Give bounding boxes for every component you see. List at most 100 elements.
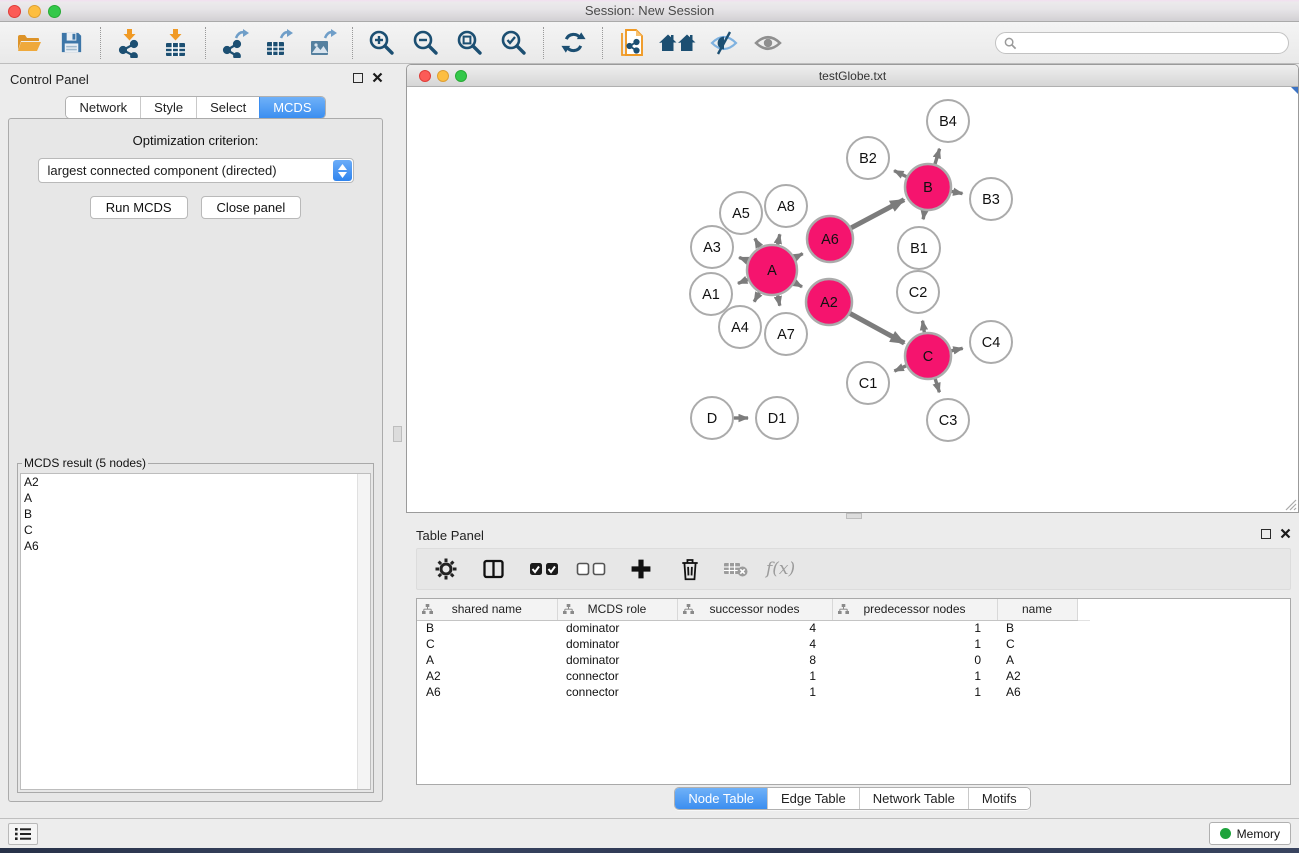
- graph-edge-A-A8[interactable]: [778, 234, 780, 244]
- network-canvas[interactable]: B4B2BB3A8A5A6A3B1AC2A1A2A4A7C4CC1C3DD1: [407, 87, 1298, 512]
- tab-network-table[interactable]: Network Table: [859, 788, 968, 809]
- splitter-grip[interactable]: [846, 513, 862, 519]
- cell-predecessor-nodes[interactable]: 1: [832, 620, 997, 636]
- export-network-icon[interactable]: [218, 26, 252, 60]
- graph-edge-C-C3[interactable]: [935, 379, 939, 392]
- cell-predecessor-nodes[interactable]: 1: [832, 636, 997, 652]
- zoom-fit-icon[interactable]: [453, 26, 487, 60]
- cell-MCDS-role[interactable]: connector: [557, 684, 677, 700]
- tab-mcds[interactable]: MCDS: [259, 97, 324, 118]
- tab-style[interactable]: Style: [140, 97, 196, 118]
- vertical-splitter[interactable]: [391, 64, 406, 818]
- search-input[interactable]: [1017, 36, 1288, 50]
- cell-successor-nodes[interactable]: 1: [677, 684, 832, 700]
- result-item[interactable]: A: [21, 490, 370, 506]
- save-icon[interactable]: [54, 26, 88, 60]
- export-table-icon[interactable]: [262, 26, 296, 60]
- tab-select[interactable]: Select: [196, 97, 259, 118]
- table-row[interactable]: Adominator80A: [417, 652, 1090, 668]
- graph-node-B[interactable]: B: [905, 164, 951, 210]
- show-eye-icon[interactable]: [751, 26, 785, 60]
- cell-predecessor-nodes[interactable]: 0: [832, 652, 997, 668]
- refresh-icon[interactable]: [556, 26, 590, 60]
- split-column-icon[interactable]: [481, 557, 506, 581]
- graph-edge-A-A5[interactable]: [755, 239, 760, 248]
- cell-predecessor-nodes[interactable]: 1: [832, 684, 997, 700]
- graph-edge-C-C2[interactable]: [923, 321, 925, 333]
- graph-node-C[interactable]: C: [905, 333, 951, 379]
- gear-icon[interactable]: [434, 557, 458, 581]
- graph-edge-A-A3[interactable]: [739, 257, 748, 260]
- cell-name[interactable]: A6: [997, 684, 1077, 700]
- result-item[interactable]: B: [21, 506, 370, 522]
- network-from-file-icon[interactable]: [615, 26, 649, 60]
- network-window-titlebar[interactable]: testGlobe.txt: [407, 65, 1298, 87]
- graph-node-B1[interactable]: B1: [898, 227, 940, 269]
- close-panel-icon[interactable]: [372, 72, 383, 83]
- float-panel-icon[interactable]: [353, 73, 363, 83]
- cell-name[interactable]: A2: [997, 668, 1077, 684]
- delete-icon[interactable]: [678, 556, 702, 582]
- column-header-MCDS-role[interactable]: MCDS role: [557, 599, 677, 620]
- zoom-out-icon[interactable]: [409, 26, 443, 60]
- splitter-grip[interactable]: [393, 426, 402, 442]
- cell-shared-name[interactable]: A: [417, 652, 557, 668]
- horizontal-splitter[interactable]: [406, 513, 1299, 520]
- table-row[interactable]: Cdominator41C: [417, 636, 1090, 652]
- mcds-result-list[interactable]: A2ABCA6: [20, 473, 371, 790]
- tab-motifs[interactable]: Motifs: [968, 788, 1030, 809]
- graph-node-C4[interactable]: C4: [970, 321, 1012, 363]
- graph-edge-A-A4[interactable]: [754, 293, 759, 302]
- cell-name[interactable]: B: [997, 620, 1077, 636]
- result-item[interactable]: A2: [21, 474, 370, 490]
- result-scrollbar[interactable]: [357, 474, 370, 789]
- home-icon[interactable]: [657, 26, 699, 60]
- graph-edge-B-B2[interactable]: [894, 171, 906, 177]
- column-header-predecessor-nodes[interactable]: predecessor nodes: [832, 599, 997, 620]
- unchecked-pair-icon[interactable]: [576, 562, 606, 576]
- graph-node-B2[interactable]: B2: [847, 137, 889, 179]
- hide-panel-eye-icon[interactable]: [707, 26, 741, 60]
- graph-edge-A2-C[interactable]: [850, 314, 904, 344]
- tab-network[interactable]: Network: [66, 97, 140, 118]
- criterion-select[interactable]: largest connected component (directed): [38, 158, 354, 183]
- graph-node-A6[interactable]: A6: [807, 216, 853, 262]
- graph-edge-B-B3[interactable]: [952, 192, 963, 194]
- tab-edge-table[interactable]: Edge Table: [767, 788, 859, 809]
- cell-name[interactable]: C: [997, 636, 1077, 652]
- result-item[interactable]: A6: [21, 538, 370, 554]
- graph-edge-B-B4[interactable]: [935, 149, 940, 164]
- run-mcds-button[interactable]: Run MCDS: [90, 196, 188, 219]
- checked-pair-icon[interactable]: [529, 562, 559, 576]
- cell-shared-name[interactable]: C: [417, 636, 557, 652]
- graph-node-D[interactable]: D: [691, 397, 733, 439]
- graph-node-A1[interactable]: A1: [690, 273, 732, 315]
- graph-edge-C-C1[interactable]: [894, 366, 906, 371]
- cell-MCDS-role[interactable]: connector: [557, 668, 677, 684]
- graph-node-D1[interactable]: D1: [756, 397, 798, 439]
- graph-node-A4[interactable]: A4: [719, 306, 761, 348]
- node-table[interactable]: shared nameMCDS rolesuccessor nodesprede…: [416, 598, 1291, 785]
- graph-node-A5[interactable]: A5: [720, 192, 762, 234]
- add-column-icon[interactable]: [629, 557, 653, 581]
- cell-MCDS-role[interactable]: dominator: [557, 652, 677, 668]
- open-icon[interactable]: [12, 26, 46, 60]
- export-image-icon[interactable]: [306, 26, 340, 60]
- tab-node-table[interactable]: Node Table: [675, 788, 767, 809]
- graph-node-B4[interactable]: B4: [927, 100, 969, 142]
- cell-successor-nodes[interactable]: 1: [677, 668, 832, 684]
- cell-shared-name[interactable]: A6: [417, 684, 557, 700]
- cell-MCDS-role[interactable]: dominator: [557, 620, 677, 636]
- zoom-selected-icon[interactable]: [497, 26, 531, 60]
- float-panel-icon[interactable]: [1261, 529, 1271, 539]
- import-network-icon[interactable]: [113, 26, 147, 60]
- cell-shared-name[interactable]: A2: [417, 668, 557, 684]
- delete-table-icon[interactable]: [723, 560, 749, 578]
- graph-edge-A-A1[interactable]: [738, 280, 748, 284]
- graph-node-C3[interactable]: C3: [927, 399, 969, 441]
- graph-edge-A-A6[interactable]: [795, 254, 803, 258]
- cell-shared-name[interactable]: B: [417, 620, 557, 636]
- graph-edge-A-A7[interactable]: [778, 295, 780, 305]
- zoom-in-icon[interactable]: [365, 26, 399, 60]
- graph-edge-A-A2[interactable]: [795, 283, 802, 287]
